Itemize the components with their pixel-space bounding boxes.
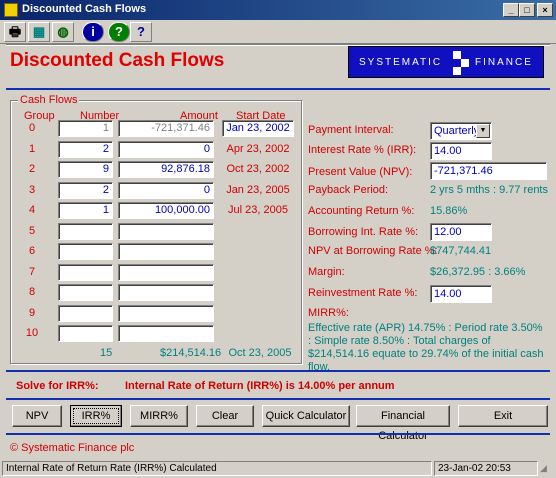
minimize-button[interactable]: _	[503, 3, 519, 17]
solve-rule-top	[6, 370, 550, 372]
payback-label: Payback Period:	[308, 184, 389, 196]
status-message: Internal Rate of Return Rate (IRR%) Calc…	[2, 461, 432, 476]
mirr-button[interactable]: MIRR%	[130, 405, 188, 427]
calculator-icon[interactable]: ▦	[28, 22, 50, 42]
maximize-button[interactable]: □	[519, 3, 535, 17]
page-title: Discounted Cash Flows	[10, 50, 225, 71]
number-field[interactable]: 2	[58, 182, 113, 199]
col-header-group: Group	[24, 110, 55, 122]
effective-rate-note: Effective rate (APR) 14.75% : Period rat…	[308, 322, 544, 373]
payment-interval-select[interactable]: Quarterly ▼	[430, 122, 492, 140]
npv-borrowing-label: NPV at Borrowing Rate %:	[308, 245, 438, 257]
logo-text-left: SYSTEMATIC	[359, 57, 443, 68]
start-date-text: Apr 23, 2002	[226, 143, 290, 155]
number-field[interactable]	[58, 325, 113, 342]
number-field[interactable]	[58, 284, 113, 301]
number-field[interactable]	[58, 223, 113, 240]
quick-calculator-button[interactable]: Quick Calculator	[262, 405, 350, 427]
solve-rule-bottom	[6, 398, 550, 400]
cash-flows-legend: Cash Flows	[18, 94, 80, 106]
title-bar: Discounted Cash Flows _ □ ×	[0, 0, 556, 20]
info-icon[interactable]: i	[82, 22, 104, 42]
reinvestment-rate-label: Reinvestment Rate %:	[308, 287, 418, 299]
number-field[interactable]: 9	[58, 161, 113, 178]
resize-grip-icon[interactable]: ◢	[540, 463, 554, 476]
amount-field[interactable]: 0	[118, 141, 214, 158]
group-index: 8	[28, 286, 36, 298]
amount-field[interactable]	[118, 305, 214, 322]
close-button[interactable]: ×	[537, 3, 553, 17]
start-date-field[interactable]: Jan 23, 2002	[222, 120, 294, 137]
status-datetime: 23-Jan-02 20:53	[434, 461, 538, 476]
systematic-finance-logo: SYSTEMATIC FINANCE	[348, 46, 544, 78]
total-date: Oct 23, 2005	[228, 347, 292, 359]
amount-field[interactable]	[118, 243, 214, 260]
npv-borrowing-value: $747,744.41	[430, 245, 492, 257]
total-number: 15	[100, 347, 113, 359]
header-rule	[6, 88, 550, 90]
npv-label: Present Value (NPV):	[308, 166, 413, 178]
number-field[interactable]: 1	[58, 120, 113, 137]
margin-label: Margin:	[308, 266, 345, 278]
start-date-text: Jan 23, 2005	[226, 184, 290, 196]
start-date-text: Oct 23, 2002	[226, 163, 290, 175]
npv-field[interactable]: -721,371.46	[430, 162, 547, 180]
amount-field[interactable]	[118, 264, 214, 281]
group-index: 10	[25, 327, 39, 339]
amount-field[interactable]	[118, 284, 214, 301]
irr-label: Interest Rate % (IRR):	[308, 144, 417, 156]
borrowing-rate-label: Borrowing Int. Rate %:	[308, 226, 419, 238]
financial-calculator-button[interactable]: Financial Calculator	[356, 405, 450, 442]
group-index: 6	[28, 245, 36, 257]
accounting-return-value: 15.86%	[430, 205, 468, 217]
solve-label: Solve for IRR%:	[16, 380, 99, 392]
npv-button[interactable]: NPV	[12, 405, 62, 427]
solve-message: Internal Rate of Return (IRR%) is 14.00%…	[125, 380, 395, 392]
irr-button[interactable]: IRR%	[70, 405, 122, 427]
exit-button[interactable]: Exit	[458, 405, 548, 427]
reinvestment-rate-field[interactable]: 14.00	[430, 285, 492, 303]
amount-field[interactable]: 100,000.00	[118, 202, 214, 219]
number-field[interactable]: 2	[58, 141, 113, 158]
group-index: 0	[28, 122, 36, 134]
payment-interval-label: Payment Interval:	[308, 124, 394, 136]
total-amount: $214,514.16	[160, 347, 222, 359]
group-index: 2	[28, 163, 36, 175]
footer-rule	[6, 433, 550, 435]
context-help-icon[interactable]: ?	[130, 22, 152, 42]
clear-button[interactable]: Clear	[196, 405, 254, 427]
accounting-return-label: Accounting Return %:	[308, 205, 415, 217]
print-icon[interactable]: 🖶	[4, 22, 26, 42]
app-icon[interactable]	[4, 3, 18, 17]
logo-text-right: FINANCE	[475, 57, 533, 68]
amount-field[interactable]	[118, 325, 214, 342]
group-index: 9	[28, 307, 36, 319]
window-title: Discounted Cash Flows	[22, 3, 147, 15]
group-index: 1	[28, 143, 36, 155]
amount-field[interactable]: -721,371.46	[118, 120, 214, 137]
copyright-text: © Systematic Finance plc	[10, 442, 135, 454]
chevron-down-icon[interactable]: ▼	[476, 124, 490, 138]
amount-field[interactable]: 0	[118, 182, 214, 199]
globe-icon[interactable]: ◍	[52, 22, 74, 42]
borrowing-rate-field[interactable]: 12.00	[430, 223, 492, 241]
group-index: 7	[28, 266, 36, 278]
mirr-label: MIRR%:	[308, 307, 349, 319]
number-field[interactable]	[58, 243, 113, 260]
amount-field[interactable]: 92,876.18	[118, 161, 214, 178]
group-index: 3	[28, 184, 36, 196]
start-date-text: Jul 23, 2005	[228, 204, 288, 216]
payment-interval-value: Quarterly	[434, 125, 480, 137]
number-field[interactable]: 1	[58, 202, 113, 219]
group-index: 4	[28, 204, 36, 216]
amount-field[interactable]	[118, 223, 214, 240]
group-index: 5	[28, 225, 36, 237]
irr-field[interactable]: 14.00	[430, 142, 492, 160]
help-icon[interactable]: ?	[108, 22, 130, 42]
number-field[interactable]	[58, 264, 113, 281]
number-field[interactable]	[58, 305, 113, 322]
margin-value: $26,372.95 : 3.66%	[430, 266, 526, 278]
toolbar: 🖶 ▦ ◍ i ? ?	[0, 20, 556, 44]
payback-value: 2 yrs 5 mths : 9.77 rents	[430, 184, 548, 196]
